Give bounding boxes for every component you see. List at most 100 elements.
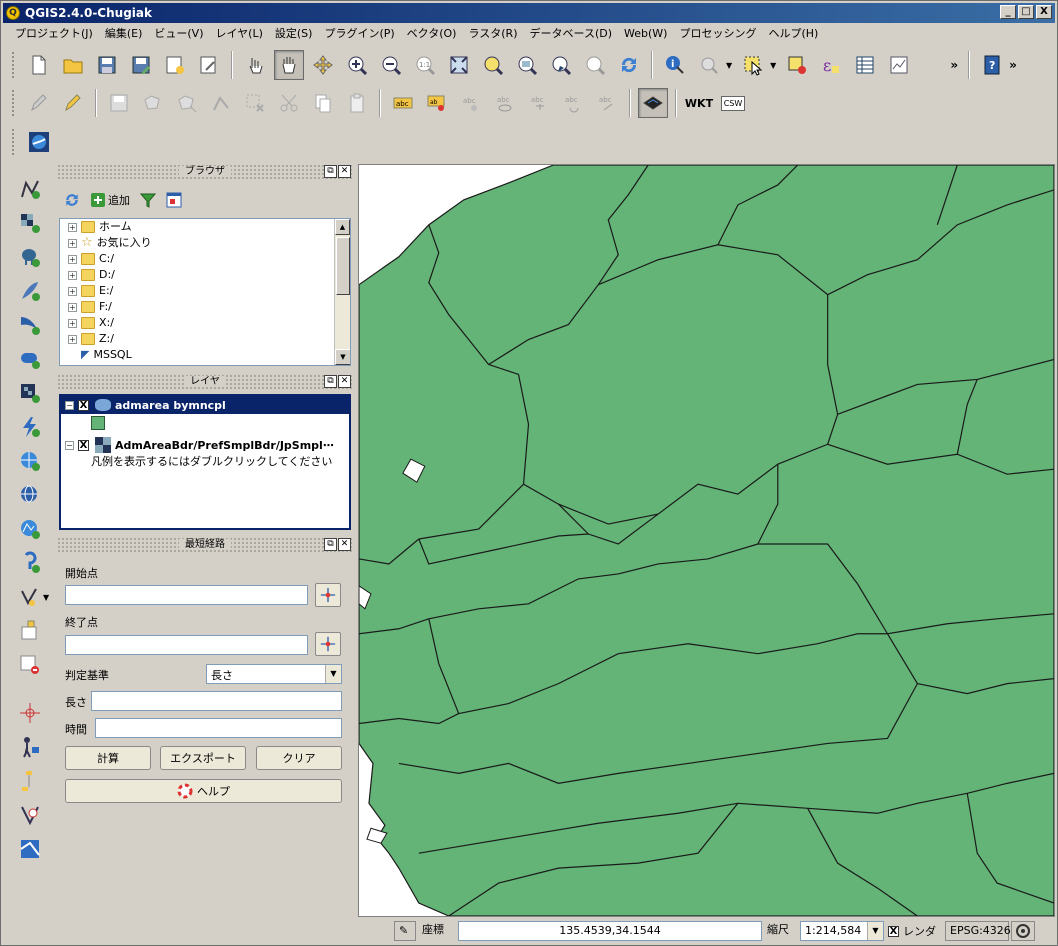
new-print-composer-button[interactable] xyxy=(160,50,190,80)
change-label-button[interactable]: abc xyxy=(592,88,622,118)
menu-settings[interactable]: 設定(S) xyxy=(269,24,319,44)
plugin-tool-button[interactable] xyxy=(638,88,668,118)
shortest-path-tool-button[interactable] xyxy=(15,699,45,727)
copy-features-button[interactable] xyxy=(308,88,338,118)
show-hide-labels-button[interactable]: abc xyxy=(490,88,520,118)
deselect-button[interactable] xyxy=(782,50,812,80)
close-panel-icon[interactable]: ✕ xyxy=(338,538,351,551)
minimize-button[interactable]: _ xyxy=(1000,5,1016,19)
float-panel-icon[interactable]: ⧉ xyxy=(324,538,337,551)
messages-icon[interactable]: ✎ xyxy=(394,921,416,941)
route-tool-button[interactable] xyxy=(15,733,45,761)
digitize-button[interactable] xyxy=(15,617,45,645)
zoom-full-button[interactable] xyxy=(444,50,474,80)
criterion-select[interactable]: 長さ ▼ xyxy=(206,664,342,684)
length-output[interactable] xyxy=(91,691,342,711)
whats-this-button[interactable]: ? xyxy=(977,50,1007,80)
refresh-button[interactable] xyxy=(614,50,644,80)
pin-labels-button[interactable]: abc xyxy=(456,88,486,118)
save-layer-edits-button[interactable] xyxy=(104,88,134,118)
add-wms-tile-button[interactable] xyxy=(15,515,45,543)
zoom-next-button[interactable] xyxy=(580,50,610,80)
time-output[interactable] xyxy=(95,718,342,738)
add-delimited-text-button[interactable] xyxy=(15,413,45,441)
menu-help[interactable]: ヘルプ(H) xyxy=(762,24,824,44)
add-oracle-layer-button[interactable] xyxy=(15,345,45,373)
end-point-input[interactable] xyxy=(65,635,308,655)
select-dropdown-icon[interactable]: ▼ xyxy=(770,61,776,70)
georeferencer-button[interactable] xyxy=(15,801,45,829)
paste-features-button[interactable] xyxy=(342,88,372,118)
csw-plugin-button[interactable]: CSW xyxy=(718,88,748,118)
pan-map-button[interactable] xyxy=(274,50,304,80)
toolbar-grip-3[interactable] xyxy=(11,128,16,156)
menu-raster[interactable]: ラスタ(R) xyxy=(462,24,523,44)
tree-item-z[interactable]: + Z:/ xyxy=(60,331,350,347)
pick-start-button[interactable] xyxy=(315,583,341,607)
add-postgis-layer-button[interactable] xyxy=(15,243,45,271)
remove-layer-button[interactable] xyxy=(15,651,45,679)
expression-select-button[interactable]: ε xyxy=(816,50,846,80)
zoom-native-button[interactable]: 1:1 xyxy=(410,50,440,80)
render-checkbox[interactable]: X xyxy=(888,925,899,937)
maximize-button[interactable]: □ xyxy=(1018,5,1034,19)
tree-item-d[interactable]: + D:/ xyxy=(60,267,350,283)
open-project-button[interactable] xyxy=(58,50,88,80)
coordinate-label[interactable]: 座標 xyxy=(418,921,456,941)
float-panel-icon[interactable]: ⧉ xyxy=(324,375,337,388)
layer-labeling-button[interactable]: abc xyxy=(388,88,418,118)
tree-item-mssql[interactable]: ◤ MSSQL xyxy=(60,347,350,363)
menu-view[interactable]: ビュー(V) xyxy=(148,24,209,44)
tree-item-x[interactable]: + X:/ xyxy=(60,315,350,331)
close-panel-icon[interactable]: ✕ xyxy=(338,375,351,388)
menu-plugins[interactable]: プラグイン(P) xyxy=(318,24,400,44)
select-features-button[interactable] xyxy=(738,50,768,80)
new-project-button[interactable] xyxy=(24,50,54,80)
label-tool-button[interactable]: ab xyxy=(422,88,452,118)
layer-tree[interactable]: − X admarea bymncpl − X AdmAreaBdr/PrefS… xyxy=(59,394,351,530)
scroll-up-icon[interactable]: ▲ xyxy=(335,219,350,235)
add-feature-button[interactable] xyxy=(138,88,168,118)
zoom-out-button[interactable] xyxy=(376,50,406,80)
save-project-button[interactable] xyxy=(92,50,122,80)
pick-end-button[interactable] xyxy=(315,632,341,656)
refresh-icon[interactable] xyxy=(63,191,81,209)
layer-item-admareabdr[interactable]: − X AdmAreaBdr/PrefSmplBdr/JpSmpl⋯ xyxy=(61,436,349,454)
zoom-to-layer-button[interactable] xyxy=(512,50,542,80)
crs-status-button[interactable]: EPSG:4326 xyxy=(945,921,1011,941)
add-selected-layers-button[interactable]: 追加 xyxy=(91,192,130,208)
toolbar-overflow-button[interactable]: » xyxy=(950,58,958,72)
menu-project[interactable]: プロジェクト(J) xyxy=(9,24,99,44)
toolbar-grip-2[interactable] xyxy=(11,89,16,117)
menu-edit[interactable]: 編集(E) xyxy=(99,24,149,44)
crs-icon[interactable] xyxy=(1011,921,1035,941)
zoom-to-selection-button[interactable] xyxy=(478,50,508,80)
add-spatialite-layer-button[interactable] xyxy=(15,277,45,305)
help-button[interactable]: ヘルプ xyxy=(65,779,342,803)
toolbar-grip[interactable] xyxy=(11,51,16,79)
chevron-down-icon[interactable]: ▼ xyxy=(867,922,883,940)
zoom-in-button[interactable] xyxy=(342,50,372,80)
toggle-editing-button[interactable] xyxy=(58,88,88,118)
calculate-button[interactable]: 計算 xyxy=(65,746,151,770)
tree-item-home[interactable]: + ホーム xyxy=(60,219,350,235)
scroll-down-icon[interactable]: ▼ xyxy=(335,349,350,365)
close-button[interactable]: X xyxy=(1036,5,1052,19)
close-panel-icon[interactable]: ✕ xyxy=(338,165,351,178)
add-wfs-layer-button[interactable] xyxy=(15,481,45,509)
google-earth-button[interactable] xyxy=(24,127,54,157)
layer-symbol-row[interactable] xyxy=(61,414,349,432)
add-vector-layer-button[interactable] xyxy=(15,175,45,203)
menu-vector[interactable]: ベクタ(O) xyxy=(401,24,463,44)
browser-tree[interactable]: + ホーム + ☆ お気に入り + C:/ + D:/ + E:/ + F:/ + X:/ + Z… xyxy=(59,218,351,366)
attribute-table-button[interactable] xyxy=(850,50,880,80)
filter-icon[interactable] xyxy=(140,192,156,208)
scroll-thumb[interactable] xyxy=(336,237,350,295)
rotate-label-button[interactable]: abc xyxy=(558,88,588,118)
map-canvas[interactable] xyxy=(358,164,1055,917)
render-toggle[interactable]: X レンダ xyxy=(888,923,936,939)
node-connect-button[interactable] xyxy=(15,767,45,795)
float-panel-icon[interactable]: ⧉ xyxy=(324,165,337,178)
cut-features-button[interactable] xyxy=(274,88,304,118)
coordinate-field[interactable]: 135.4539,34.1544 xyxy=(458,921,762,941)
